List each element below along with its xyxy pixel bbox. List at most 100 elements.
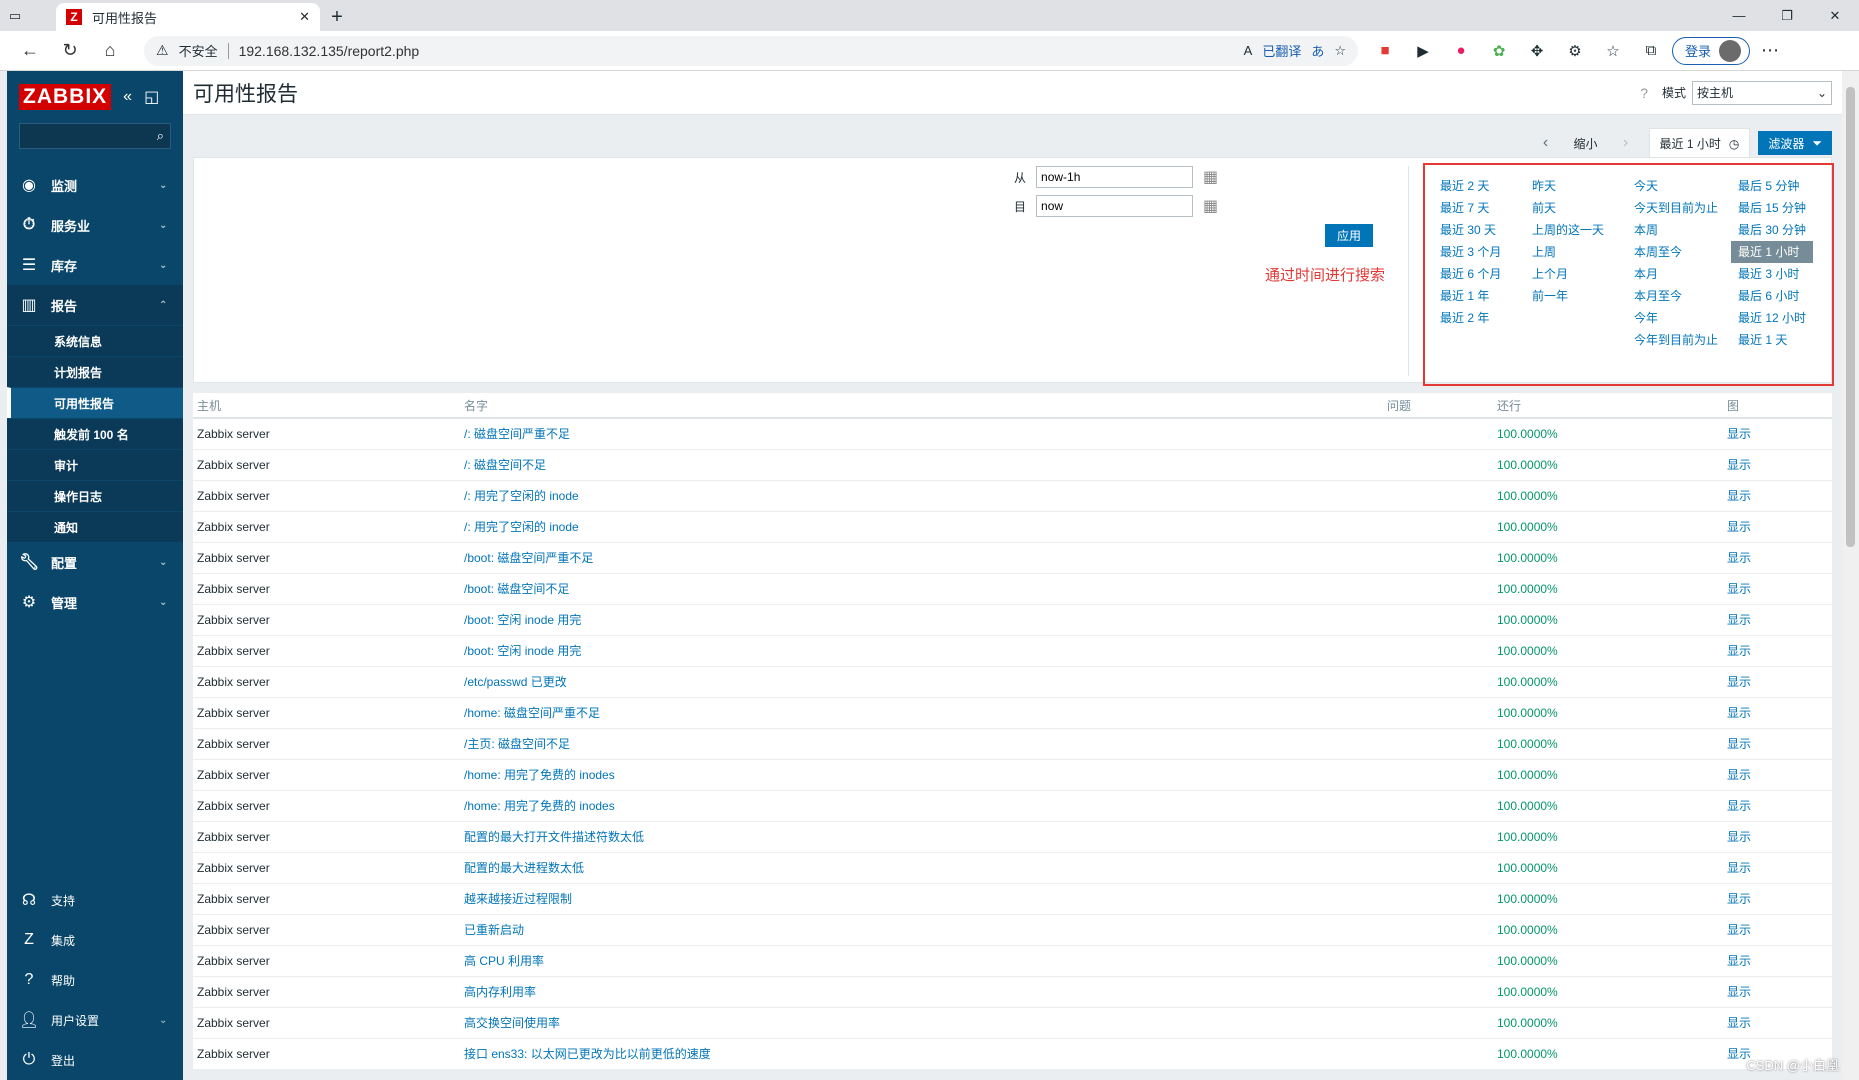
menu-configuration[interactable]: 🔧︎ 配置 ⌄ — [7, 542, 183, 582]
name-link[interactable]: 配置的最大打开文件描述符数太低 — [460, 821, 1383, 853]
favorite-star-icon[interactable]: ☆ — [1334, 43, 1346, 59]
menu-administration[interactable]: ⚙ 管理 ⌄ — [7, 582, 183, 622]
home-icon[interactable]: ⌂ — [90, 31, 130, 71]
calendar-icon[interactable]: ▦ — [1203, 196, 1218, 216]
quick-range-link[interactable]: 最近 6 个月 — [1433, 263, 1508, 285]
menu-user-settings[interactable]: 👤︎ 用户设置 ⌄ — [7, 1000, 183, 1040]
show-graph-link[interactable]: 显示 — [1723, 883, 1832, 915]
menu-help[interactable]: ? 帮助 — [7, 960, 183, 1000]
translated-label[interactable]: 已翻译 — [1262, 41, 1301, 60]
show-graph-link[interactable]: 显示 — [1723, 1007, 1832, 1039]
quick-range-link[interactable]: 上周 — [1525, 241, 1611, 263]
quick-range-link[interactable]: 最后 6 小时 — [1731, 285, 1813, 307]
quick-range-link[interactable]: 最后 30 分钟 — [1731, 219, 1813, 241]
show-graph-link[interactable]: 显示 — [1723, 511, 1832, 543]
minimize-icon[interactable]: — — [1715, 0, 1763, 31]
quick-range-link[interactable]: 本周 — [1627, 219, 1725, 241]
menu-inventory[interactable]: ☰ 库存 ⌄ — [7, 245, 183, 285]
quick-range-link[interactable]: 最近 7 天 — [1433, 197, 1508, 219]
name-link[interactable]: /: 用完了空闲的 inode — [460, 480, 1383, 512]
submenu-system-info[interactable]: 系统信息 — [7, 325, 183, 356]
back-icon[interactable]: ← — [10, 31, 50, 71]
url-text[interactable]: 192.168.132.135/report2.php — [239, 43, 1234, 59]
url-box[interactable]: ⚠ 不安全 192.168.132.135/report2.php A 已翻译 … — [144, 35, 1358, 66]
quick-range-link[interactable]: 本月至今 — [1627, 285, 1725, 307]
show-graph-link[interactable]: 显示 — [1723, 914, 1832, 946]
name-link[interactable]: /: 磁盘空间严重不足 — [460, 418, 1383, 450]
show-graph-link[interactable]: 显示 — [1723, 666, 1832, 698]
show-graph-link[interactable]: 显示 — [1723, 945, 1832, 977]
name-link[interactable]: /home: 用完了免费的 inodes — [460, 790, 1383, 822]
quick-range-link[interactable]: 上周的这一天 — [1525, 219, 1611, 241]
name-link[interactable]: /home: 用完了免费的 inodes — [460, 759, 1383, 791]
quick-range-link[interactable]: 最近 2 年 — [1433, 307, 1508, 329]
show-graph-link[interactable]: 显示 — [1723, 728, 1832, 760]
quick-range-link[interactable]: 前一年 — [1525, 285, 1611, 307]
quick-range-link[interactable]: 最近 2 天 — [1433, 175, 1508, 197]
show-graph-link[interactable]: 显示 — [1723, 604, 1832, 636]
show-graph-link[interactable]: 显示 — [1723, 449, 1832, 481]
name-link[interactable]: 越来越接近过程限制 — [460, 883, 1383, 915]
collections-icon[interactable]: ⧉ — [1638, 38, 1664, 64]
restore-icon[interactable]: ❐ — [1763, 0, 1811, 31]
extension-red-icon[interactable]: ■ — [1372, 38, 1398, 64]
sidebar-search-input[interactable]: ⌕ — [19, 123, 171, 149]
reload-icon[interactable]: ↻ — [50, 31, 90, 71]
collapse-sidebar-icon[interactable]: « — [123, 88, 132, 106]
zabbix-logo[interactable]: ZABBIX — [19, 84, 112, 110]
name-link[interactable]: 已重新启动 — [460, 914, 1383, 946]
filter-tab[interactable]: 滤波器 ⏷ — [1758, 131, 1832, 155]
extensions-icon[interactable]: ⚙ — [1562, 38, 1588, 64]
more-menu-icon[interactable]: ⋯ — [1750, 31, 1790, 71]
submenu-action-log[interactable]: 操作日志 — [7, 480, 183, 511]
name-link[interactable]: /etc/passwd 已更改 — [460, 666, 1383, 698]
search-icon[interactable]: ⌕ — [157, 128, 164, 144]
quick-range-link[interactable]: 最后 5 分钟 — [1731, 175, 1813, 197]
quick-range-link[interactable]: 最近 12 小时 — [1731, 307, 1813, 329]
apply-button[interactable]: 应用 — [1325, 224, 1373, 247]
menu-services[interactable]: ⏱ 服务业 ⌄ — [7, 205, 183, 245]
name-link[interactable]: /boot: 磁盘空间严重不足 — [460, 542, 1383, 574]
mode-select[interactable]: 按主机 ⌄ — [1692, 80, 1832, 105]
quick-range-link[interactable]: 最近 30 天 — [1433, 219, 1508, 241]
time-back-arrow-icon[interactable]: ‹ — [1531, 134, 1561, 152]
name-link[interactable]: 配置的最大进程数太低 — [460, 852, 1383, 884]
quick-range-link[interactable]: 最近 1 天 — [1731, 329, 1813, 351]
col-name-header[interactable]: 名字 — [460, 393, 1383, 419]
show-graph-link[interactable]: 显示 — [1723, 852, 1832, 884]
name-link[interactable]: /: 磁盘空间不足 — [460, 449, 1383, 481]
submenu-scheduled-reports[interactable]: 计划报告 — [7, 356, 183, 387]
submenu-audit[interactable]: 审计 — [7, 449, 183, 480]
quick-range-link-selected[interactable]: 最近 1 小时 — [1731, 241, 1814, 263]
show-graph-link[interactable]: 显示 — [1723, 759, 1832, 791]
zoom-out-button[interactable]: 缩小 — [1561, 135, 1611, 152]
submenu-top-100-triggers[interactable]: 触发前 100 名 — [7, 418, 183, 449]
menu-integrations[interactable]: Z 集成 — [7, 920, 183, 960]
quick-range-link[interactable]: 今天 — [1627, 175, 1725, 197]
to-input[interactable] — [1036, 195, 1194, 217]
quick-range-link[interactable]: 上个月 — [1525, 263, 1611, 285]
name-link[interactable]: /: 用完了空闲的 inode — [460, 511, 1383, 543]
quick-range-link[interactable]: 最后 15 分钟 — [1731, 197, 1813, 219]
translate-icon[interactable]: あ — [1311, 41, 1324, 60]
close-window-icon[interactable]: ✕ — [1811, 0, 1859, 31]
quick-range-link[interactable]: 昨天 — [1525, 175, 1611, 197]
name-link[interactable]: 高交换空间使用率 — [460, 1007, 1383, 1039]
name-link[interactable]: 高内存利用率 — [460, 976, 1383, 1008]
extension-pink-icon[interactable]: ● — [1448, 38, 1474, 64]
from-input[interactable] — [1036, 166, 1194, 188]
name-link[interactable]: /boot: 空闲 inode 用完 — [460, 604, 1383, 636]
quick-range-link[interactable]: 本周至今 — [1627, 241, 1725, 263]
show-graph-link[interactable]: 显示 — [1723, 976, 1832, 1008]
show-graph-link[interactable]: 显示 — [1723, 697, 1832, 729]
kiosk-mode-icon[interactable]: ◱ — [144, 87, 159, 107]
extension-puzzle-icon[interactable]: ✥ — [1524, 38, 1550, 64]
menu-reports[interactable]: ▥ 报告 ⌃ — [7, 285, 183, 325]
browser-tab[interactable]: Z 可用性报告 ✕ — [56, 3, 320, 31]
scrollbar-thumb[interactable] — [1846, 87, 1855, 547]
page-scrollbar[interactable] — [1842, 71, 1859, 1080]
show-graph-link[interactable]: 显示 — [1723, 418, 1832, 450]
read-aloud-icon[interactable]: A — [1244, 43, 1253, 58]
show-graph-link[interactable]: 显示 — [1723, 821, 1832, 853]
name-link[interactable]: 高 CPU 利用率 — [460, 945, 1383, 977]
